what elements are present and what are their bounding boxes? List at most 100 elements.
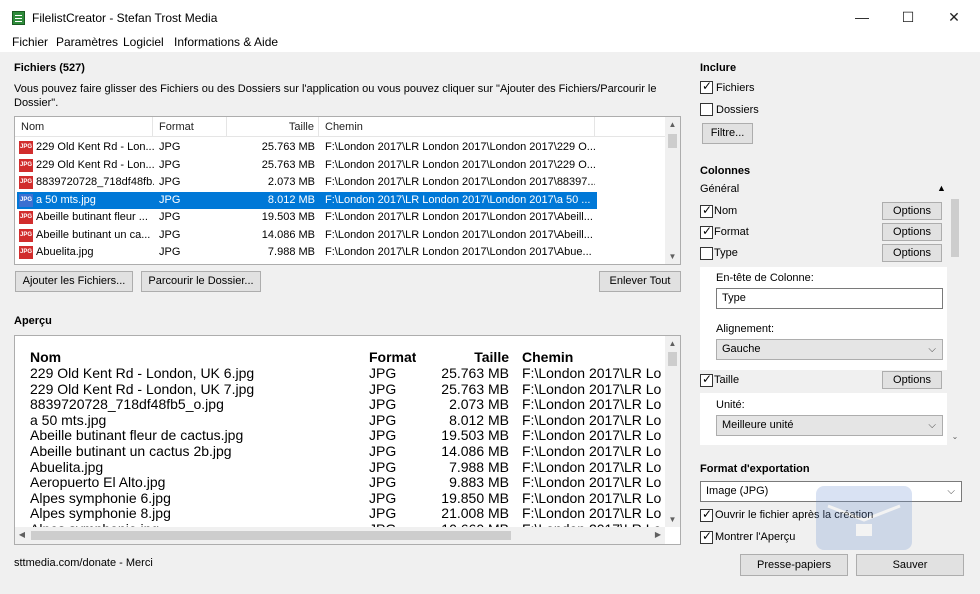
minimize-button[interactable]: — xyxy=(839,0,885,34)
include-files-label: Fichiers xyxy=(716,82,755,94)
file-name-cell: 229 Old Kent Rd - Lon... xyxy=(36,141,154,153)
jpg-file-icon: JPG xyxy=(19,193,33,207)
collapse-icon[interactable]: ▲ xyxy=(937,183,946,193)
scroll-down-icon[interactable]: ▼ xyxy=(665,252,680,261)
preview-name-cell: Abeille butinant fleur de cactus.jpg xyxy=(30,427,244,444)
menu-logiciel[interactable]: Logiciel xyxy=(123,35,164,49)
preview-name-cell: a 50 mts.jpg xyxy=(30,411,107,428)
preview-size-cell: 2.073 MB xyxy=(449,396,509,413)
file-list-scrollbar[interactable]: ▲ ▼ xyxy=(665,117,680,264)
preview-size-cell: 9.883 MB xyxy=(449,474,509,491)
column-format-options-button[interactable]: Options xyxy=(882,223,942,241)
scroll-left-icon[interactable]: ◀ xyxy=(15,530,29,539)
file-list-row[interactable]: JPG Abuelita.jpg JPG 7.988 MB F:\London 2017… xyxy=(17,244,597,261)
file-list-row[interactable]: JPG a 50 mts.jpg JPG 8.012 MB F:\London 2017… xyxy=(17,191,597,209)
show-preview-checkbox[interactable] xyxy=(700,529,713,544)
scroll-up-icon[interactable]: ▲ xyxy=(665,120,680,129)
file-list-row[interactable]: JPG 229 Old Kent Rd - Lon... JPG 25.763 MB F… xyxy=(17,157,597,174)
col-header-size[interactable]: Taille xyxy=(227,117,319,137)
file-list-row[interactable]: JPG 8839720728_718df48fb... JPG 2.073 MB F:\… xyxy=(17,174,597,191)
remove-all-button[interactable]: Enlever Tout xyxy=(599,271,681,292)
preview-name-cell: Alpes symphonie 8.jpg xyxy=(30,505,171,522)
scroll-thumb[interactable] xyxy=(668,352,677,366)
preview-size-cell: 25.763 MB xyxy=(441,380,509,397)
chevron-down-icon: ⌵ xyxy=(928,344,936,355)
preview-format-cell: JPG xyxy=(369,443,397,459)
size-options-panel: Unité: Meilleure unité ⌵ xyxy=(700,393,947,445)
file-format-cell: JPG xyxy=(159,141,181,153)
column-size-options-button[interactable]: Options xyxy=(882,371,942,389)
file-path-cell: F:\London 2017\LR London 2017\London 201… xyxy=(325,193,591,206)
close-button[interactable]: ✕ xyxy=(931,0,977,34)
column-type-options-button[interactable]: Options xyxy=(882,244,942,262)
unit-select[interactable]: Meilleure unité ⌵ xyxy=(716,415,943,436)
scroll-right-icon[interactable]: ▶ xyxy=(651,530,665,539)
file-path-cell: F:\London 2017\LR London 2017\London 201… xyxy=(325,158,595,171)
column-size-checkbox[interactable] xyxy=(700,372,713,387)
filter-button[interactable]: Filtre... xyxy=(702,123,753,144)
show-preview-label: Montrer l'Aperçu xyxy=(715,531,796,543)
columns-scrollbar[interactable]: ⌄ xyxy=(948,197,962,445)
file-list-row[interactable]: JPG Abeille butinant un ca... JPG 14.086 MB… xyxy=(17,227,597,244)
column-format-label: Format xyxy=(714,226,749,238)
preview-size-cell: 19.850 MB xyxy=(441,489,509,506)
include-folders-label: Dossiers xyxy=(716,104,759,116)
columns-list: Nom Options Format Options Type Options … xyxy=(700,197,962,445)
window-title: FilelistCreator - Stefan Trost Media xyxy=(32,11,218,25)
preview-format-cell: JPG xyxy=(369,458,397,475)
file-list-row[interactable]: JPG Abeille butinant fleur ... JPG 19.503 M… xyxy=(17,209,597,226)
alignment-value: Gauche xyxy=(722,343,761,355)
scroll-up-icon[interactable]: ▲ xyxy=(665,339,680,348)
type-options-panel: En-tête de Colonne: Type Alignement: Gau… xyxy=(700,267,947,370)
column-name-label: Nom xyxy=(714,205,738,217)
preview-format-cell: JPG xyxy=(369,474,397,491)
column-type-checkbox[interactable] xyxy=(700,247,713,260)
preview-size-cell: 21.008 MB xyxy=(441,505,509,522)
menu-informations-aide[interactable]: Informations & Aide xyxy=(174,35,278,49)
preview-path-cell: F:\London 2017\LR London 2017\London 201… xyxy=(522,474,662,491)
menu-fichier[interactable]: Fichier xyxy=(12,35,48,49)
add-files-button[interactable]: Ajouter les Fichiers... xyxy=(15,271,133,292)
include-folders-checkbox[interactable] xyxy=(700,103,713,116)
chevron-down-icon: ⌵ xyxy=(928,420,936,431)
jpg-file-icon: JPG xyxy=(19,211,33,224)
preview-path-cell: F:\London 2017\LR London 2017\London 201… xyxy=(522,505,662,522)
col-header-path[interactable]: Chemin xyxy=(319,117,595,137)
preview-format-cell: JPG xyxy=(369,365,397,381)
preview-title: Aperçu xyxy=(14,315,52,327)
open-after-checkbox[interactable] xyxy=(700,507,713,522)
file-path-cell: F:\London 2017\LR London 2017\London 201… xyxy=(325,141,595,153)
column-format-checkbox[interactable] xyxy=(700,224,713,239)
col-header-name[interactable]: Nom xyxy=(15,117,153,137)
scroll-thumb[interactable] xyxy=(951,199,959,257)
preview-name-cell: 8839720728_718df48fb5_o.jpg xyxy=(30,396,224,413)
file-list[interactable]: Nom Format Taille Chemin JPG 229 Old Kent… xyxy=(14,116,681,265)
hscroll-thumb[interactable] xyxy=(31,531,511,540)
scroll-thumb[interactable] xyxy=(668,134,677,148)
file-format-cell: JPG xyxy=(159,228,181,241)
col-header-format[interactable]: Format xyxy=(153,117,227,137)
scroll-down-icon[interactable]: ⌄ xyxy=(948,432,962,441)
maximize-button[interactable]: ☐ xyxy=(885,0,931,34)
file-list-row[interactable]: JPG 229 Old Kent Rd - Lon... JPG 25.763 MB F… xyxy=(17,139,597,156)
preview-name-cell: Abeille butinant un cactus 2b.jpg xyxy=(30,443,232,459)
preview-path-cell: F:\London 2017\LR London 2017\London 201… xyxy=(522,380,662,397)
browse-folder-button[interactable]: Parcourir le Dossier... xyxy=(141,271,261,292)
preview-format-cell: JPG xyxy=(369,380,397,397)
jpg-file-icon: JPG xyxy=(19,176,33,189)
include-files-checkbox[interactable] xyxy=(700,79,713,94)
alignment-select[interactable]: Gauche ⌵ xyxy=(716,339,943,360)
file-name-cell: 229 Old Kent Rd - Lon... xyxy=(36,158,154,171)
column-name-options-button[interactable]: Options xyxy=(882,202,942,220)
header-input[interactable]: Type xyxy=(716,288,943,309)
columns-title: Colonnes xyxy=(700,165,751,177)
status-donate[interactable]: sttmedia.com/donate - Merci xyxy=(14,557,153,569)
preview-vscrollbar[interactable]: ▲ ▼ xyxy=(665,336,680,527)
menu-bar: Fichier Paramètres Logiciel Informations… xyxy=(0,34,980,52)
preview-hscrollbar[interactable]: ◀ ▶ xyxy=(15,527,665,544)
scroll-down-icon[interactable]: ▼ xyxy=(665,515,680,524)
unit-value: Meilleure unité xyxy=(722,419,794,431)
column-name-checkbox[interactable] xyxy=(700,203,713,218)
alignment-label: Alignement: xyxy=(716,323,775,335)
menu-parametres[interactable]: Paramètres xyxy=(56,35,118,49)
